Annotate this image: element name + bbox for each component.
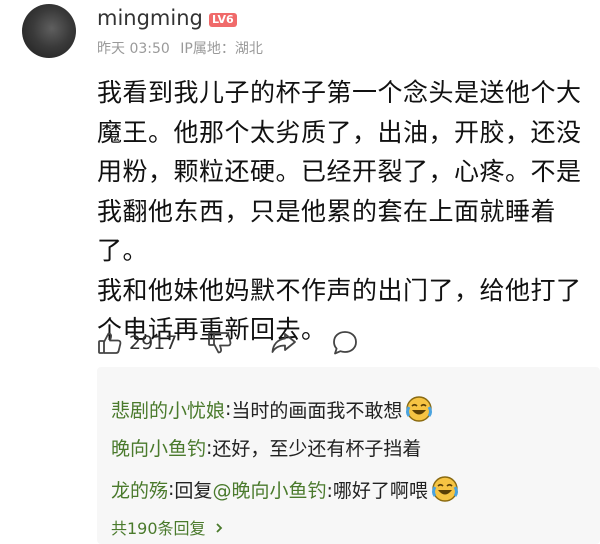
reply-item[interactable]: 晚向小鱼钓: 还好，至少还有杯子挡着 (111, 434, 421, 461)
thumbs-up-icon (97, 330, 123, 356)
more-replies-link[interactable]: 共190条回复 (111, 515, 224, 539)
laugh-cry-emoji (404, 394, 434, 424)
reply-item[interactable]: 悲剧的小忧娘: 当时的画面我不敢想 (111, 394, 434, 424)
comment-line: 我和他妹他妈默不作声的出门了，给他打了 (97, 275, 582, 305)
username[interactable]: mingming (97, 6, 203, 30)
dislike-button[interactable] (207, 326, 233, 360)
post-meta: 昨天 03:50 IP属地：湖北 (97, 38, 263, 58)
reply-mention[interactable]: @晚向小鱼钓 (212, 476, 326, 503)
avatar[interactable] (22, 4, 76, 58)
like-count: 2917 (129, 332, 178, 354)
comment-line: 我看到我儿子的杯子第一个念头是送他个大 (97, 78, 582, 107)
thumbs-down-icon (207, 330, 233, 356)
replies-panel: 悲剧的小忧娘: 当时的画面我不敢想 晚向小鱼钓: 还好，至少还有杯子挡着 龙的殇… (97, 367, 600, 544)
share-icon (270, 330, 298, 356)
reply-text: 当时的画面我不敢想 (231, 399, 403, 422)
comment-text: 我看到我儿子的杯子第一个念头是送他个大 魔王。他那个太劣质了，出油，开胶，还没 … (97, 73, 593, 350)
like-button[interactable]: 2917 (97, 326, 177, 360)
comment-line: 我翻他东西，只是他累的套在上面就睡着了。 (97, 196, 557, 266)
reply-author[interactable]: 龙的殇 (111, 476, 168, 503)
level-badge: LV6 (209, 13, 237, 27)
reply-prefix: 回复 (174, 479, 213, 502)
reply-author[interactable]: 悲剧的小忧娘 (111, 396, 225, 423)
comment-line: 魔王。他那个太劣质了，出油，开胶，还没 (97, 117, 582, 147)
reply-author[interactable]: 晚向小鱼钓 (111, 434, 206, 461)
reply-text: 还好，至少还有杯子挡着 (212, 438, 422, 460)
share-button[interactable] (270, 326, 298, 360)
chevron-right-icon (214, 519, 224, 538)
reply-item[interactable]: 龙的殇: 回复 @晚向小鱼钓 :哪好了啊喂 (111, 474, 460, 504)
post-time: 昨天 03:50 (97, 41, 170, 57)
more-replies-label: 共190条回复 (111, 519, 206, 538)
ip-location: IP属地：湖北 (180, 41, 263, 57)
reply-button[interactable] (331, 326, 359, 360)
comment-line: 用粉，颗粒还硬。已经开裂了，心疼。不是 (97, 157, 582, 186)
laugh-cry-emoji (430, 474, 460, 504)
comment-icon (331, 329, 359, 357)
reply-text: :哪好了啊喂 (326, 479, 428, 502)
